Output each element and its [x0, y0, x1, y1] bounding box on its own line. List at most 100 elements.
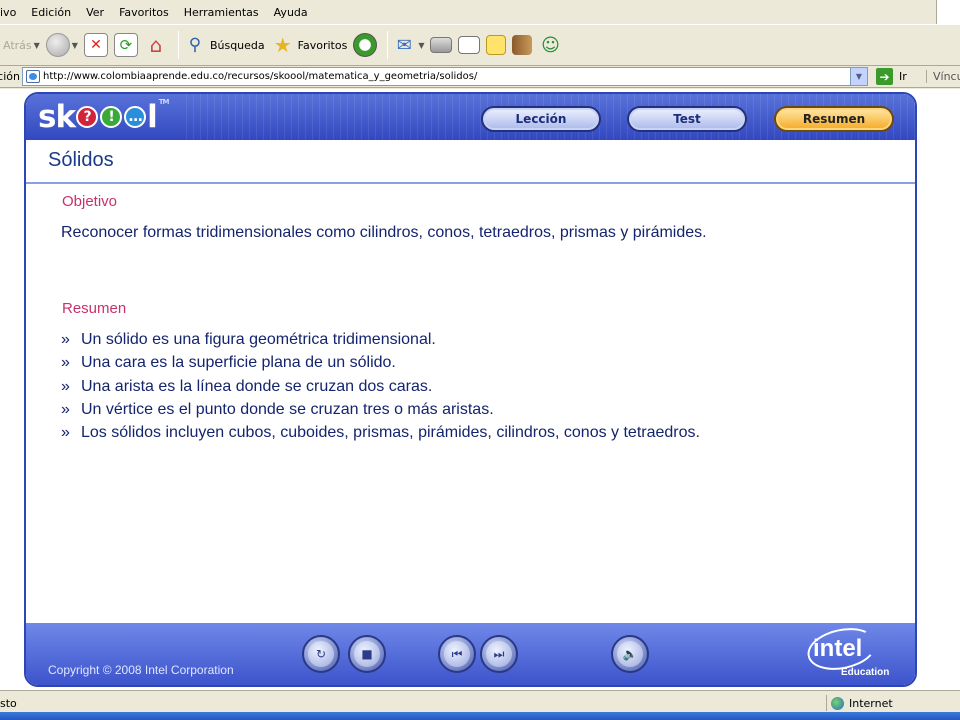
skip-back-icon: ⏮	[444, 641, 470, 667]
bullet-mark: »	[61, 331, 70, 348]
ie-page-icon	[26, 70, 40, 83]
star-icon: ★	[273, 33, 292, 57]
edit-icon	[458, 36, 481, 54]
bullet-mark: »	[61, 400, 70, 418]
print-icon	[430, 37, 453, 53]
address-url: http://www.colombiaaprende.edu.co/recurs…	[43, 71, 478, 82]
speaker-icon: 🔈	[617, 641, 643, 667]
previous-button[interactable]: ⏮	[438, 635, 476, 673]
status-text: sto	[0, 697, 17, 710]
bullet-text: Un sólido es una figura geométrica tridi…	[81, 331, 436, 348]
menu-tools[interactable]: Herramientas	[177, 6, 267, 19]
go-button[interactable]: ➔ Ir	[876, 68, 907, 85]
print-button[interactable]	[430, 29, 453, 61]
skoool-logo: sk ? ! … l TM	[38, 98, 170, 136]
toolbar-separator	[177, 31, 179, 59]
zone-label: Internet	[849, 696, 893, 710]
address-dropdown-icon[interactable]: ▼	[850, 68, 867, 85]
replay-icon: ↻	[308, 641, 334, 667]
note-icon	[486, 35, 507, 55]
objective-text: Reconocer formas tridimensionales como c…	[61, 224, 707, 241]
history-icon	[353, 33, 378, 57]
forward-icon	[45, 33, 70, 57]
copyright-text: Copyright © 2008 Intel Corporation	[48, 663, 234, 677]
search-label: Búsqueda	[209, 38, 265, 52]
favorites-button[interactable]: ★ Favoritos	[271, 29, 348, 61]
stop-square-icon: ■	[354, 641, 380, 667]
intel-education-label: Education	[841, 667, 890, 678]
volume-button[interactable]: 🔈	[611, 635, 649, 673]
home-button[interactable]: ⌂	[144, 29, 168, 61]
stop-icon: ✕	[83, 33, 108, 57]
tab-leccion[interactable]: Lección	[481, 106, 601, 132]
objective-heading: Objetivo	[62, 193, 118, 210]
logo-question-icon: ?	[76, 106, 99, 128]
discuss-button[interactable]	[486, 29, 507, 61]
forward-dropdown-icon[interactable]: ▼	[72, 41, 78, 50]
tab-test[interactable]: Test	[627, 106, 747, 132]
search-icon: ⚲	[188, 35, 202, 55]
list-item: » Una cara es la superficie plana de un s…	[61, 354, 700, 377]
menu-view[interactable]: Ver	[79, 6, 112, 19]
taskbar	[0, 712, 960, 720]
favorites-label: Favoritos	[297, 38, 348, 52]
back-dropdown-icon[interactable]: ▼	[34, 41, 40, 50]
address-label: Dirección	[0, 70, 20, 83]
intel-education-logo: intel Education	[803, 622, 895, 681]
list-item: » Un vértice es el punto donde se cruzan …	[61, 401, 700, 424]
logo-text: sk	[38, 99, 76, 135]
research-icon	[512, 35, 533, 55]
skoool-footer: Copyright © 2008 Intel Corporation ↻ ■ ⏮…	[26, 622, 915, 685]
menu-edit[interactable]: Edición	[24, 6, 79, 19]
bullet-text: Una arista es la línea donde se cruzan d…	[81, 377, 433, 395]
security-zone: Internet	[826, 695, 893, 711]
forward-button[interactable]: ▼	[45, 29, 78, 61]
bullet-mark: »	[61, 377, 70, 395]
bullet-text: Un vértice es el punto donde se cruzan t…	[81, 400, 494, 418]
tab-resumen[interactable]: Resumen	[774, 106, 894, 132]
list-item: » Una arista es la línea donde se cruzan …	[61, 378, 700, 401]
research-button[interactable]	[512, 29, 533, 61]
search-button[interactable]: ⚲ Búsqueda	[183, 29, 265, 61]
windows-logo-icon	[936, 0, 960, 24]
summary-heading: Resumen	[62, 300, 127, 317]
logo-exclamation-icon: !	[100, 106, 123, 128]
bullet-mark: »	[61, 354, 70, 372]
refresh-button[interactable]: ⟳	[113, 29, 138, 61]
toolbar: Atrás ▼ ▼ ✕ ⟳ ⌂ ⚲ Búsqueda ★ Favoritos ✉…	[0, 24, 960, 66]
links-label[interactable]: Víncul	[926, 70, 960, 83]
go-label: Ir	[899, 70, 907, 83]
list-item: » Un sólido es una figura geométrica trid…	[61, 331, 700, 354]
bullet-text: Una cara es la superficie plana de un só…	[81, 354, 396, 372]
bullet-mark: »	[61, 424, 70, 442]
page-title: Sólidos	[48, 149, 114, 171]
logo-ellipsis-icon: …	[124, 106, 147, 128]
messenger-icon: ☺	[541, 34, 560, 56]
back-label: Atrás	[3, 38, 32, 52]
logo-text-end: l	[147, 99, 158, 135]
stop-media-button[interactable]: ■	[348, 635, 386, 673]
replay-button[interactable]: ↻	[302, 635, 340, 673]
menu-help[interactable]: Ayuda	[267, 6, 316, 19]
history-button[interactable]	[353, 29, 378, 61]
back-button[interactable]: Atrás ▼	[0, 29, 40, 61]
summary-list: » Un sólido es una figura geométrica trid…	[61, 331, 700, 447]
stop-button[interactable]: ✕	[83, 29, 108, 61]
messenger-button[interactable]: ☺	[538, 29, 562, 61]
mail-button[interactable]: ✉ ▼	[392, 29, 425, 61]
mail-dropdown-icon[interactable]: ▼	[418, 41, 424, 50]
title-strip: Sólidos	[26, 140, 915, 184]
menu-favorites[interactable]: Favoritos	[112, 6, 177, 19]
next-button[interactable]: ⏭	[480, 635, 518, 673]
mail-icon: ✉	[396, 34, 412, 56]
intel-wordmark: intel	[813, 635, 863, 662]
address-bar: Dirección http://www.colombiaaprende.edu…	[0, 66, 960, 88]
logo-trademark: TM	[158, 98, 170, 106]
edit-button[interactable]	[458, 29, 481, 61]
home-icon: ⌂	[149, 33, 163, 57]
internet-globe-icon	[831, 696, 844, 710]
menu-bar: ivo Edición Ver Favoritos Herramientas A…	[0, 0, 960, 24]
address-input[interactable]: http://www.colombiaaprende.edu.co/recurs…	[22, 67, 868, 86]
menu-file[interactable]: ivo	[0, 6, 24, 19]
bullet-text: Los sólidos incluyen cubos, cuboides, pr…	[81, 424, 700, 442]
